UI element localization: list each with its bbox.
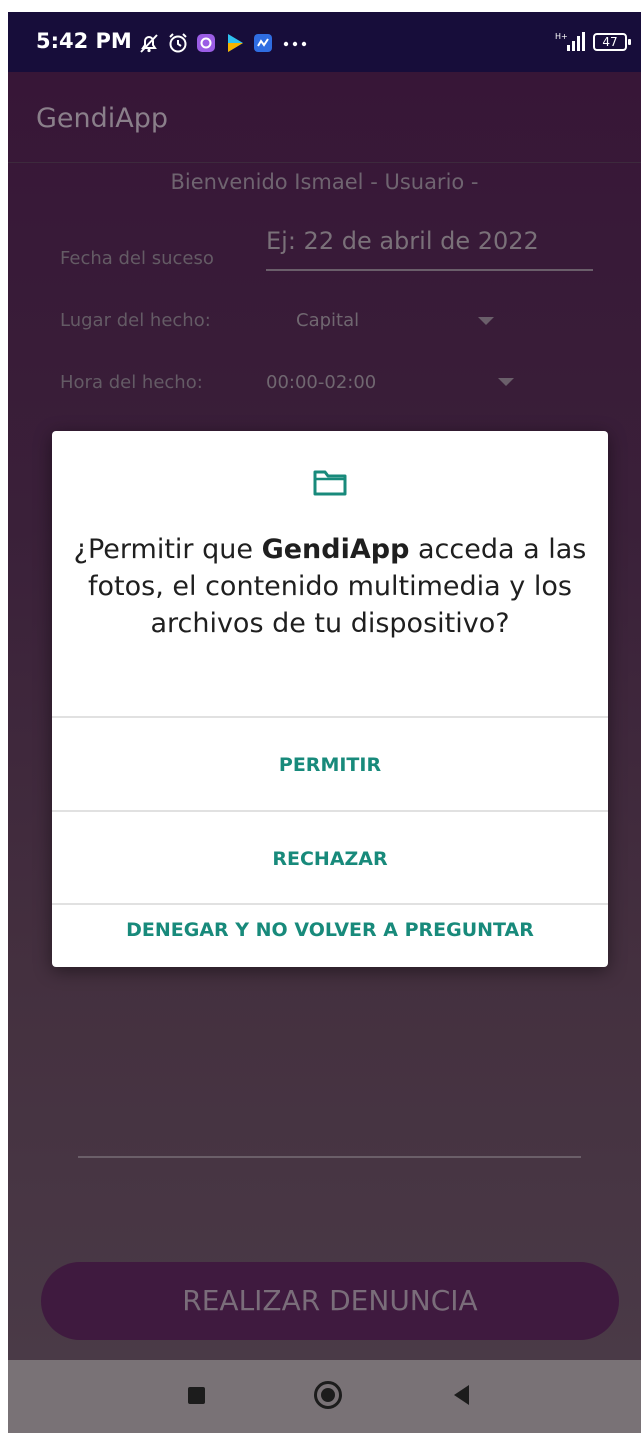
time-label: Hora del hecho: [60, 372, 203, 393]
deny-button[interactable]: RECHAZAR [52, 813, 608, 905]
permission-dialog: ¿Permitir que GendiApp acceda a las foto… [52, 431, 608, 967]
battery-icon: 47 [593, 33, 631, 51]
status-right-group: H+ 47 [555, 30, 631, 54]
message-prefix: ¿Permitir que [73, 534, 262, 565]
place-label: Lugar del hecho: [60, 310, 211, 331]
app-bar-divider [8, 162, 641, 163]
dialog-divider [52, 903, 608, 905]
welcome-text: Bienvenido Ismael - Usuario - [170, 170, 479, 194]
submit-report-button[interactable]: REALIZAR DENUNCIA [41, 1262, 619, 1340]
phone-screen: 5:42 PM H+ 47 GendiApp Bienvenido Ismael… [0, 0, 641, 1433]
status-bar: 5:42 PM H+ 47 [8, 12, 641, 72]
dialog-divider [52, 716, 608, 718]
time-select-value[interactable]: 00:00-02:00 [266, 372, 376, 393]
input-underline [78, 1156, 581, 1158]
message-app-name: GendiApp [261, 534, 410, 565]
home-circle-icon[interactable] [314, 1381, 342, 1409]
play-store-icon [228, 34, 243, 52]
folder-icon [313, 470, 347, 496]
place-dropdown-caret-icon[interactable] [478, 317, 494, 325]
place-select-value[interactable]: Capital [296, 310, 359, 331]
battery-level: 47 [602, 35, 618, 49]
app-notification-icon [197, 34, 215, 52]
permission-message: ¿Permitir que GendiApp acceda a las foto… [72, 531, 588, 642]
allow-button[interactable]: PERMITIR [52, 719, 608, 811]
date-input[interactable]: Ej: 22 de abril de 2022 [266, 227, 593, 271]
navigation-bar [8, 1360, 641, 1433]
message-icon [254, 34, 272, 52]
recents-square-icon[interactable] [188, 1387, 205, 1404]
app-title: GendiApp [36, 103, 169, 134]
signal-icon: H+ [555, 32, 585, 51]
battery-tip [628, 39, 631, 45]
deny-dont-ask-again-button[interactable]: DENEGAR Y NO VOLVER A PREGUNTAR [52, 906, 608, 966]
dialog-divider [52, 810, 608, 812]
time-dropdown-caret-icon[interactable] [498, 378, 514, 386]
alarm-icon [169, 33, 187, 53]
more-notifications-icon [283, 41, 307, 47]
back-triangle-icon[interactable] [454, 1385, 469, 1405]
status-time: 5:42 PM [36, 29, 132, 53]
svg-text:H+: H+ [555, 32, 568, 41]
date-label: Fecha del suceso [60, 248, 214, 269]
notifications-off-icon [140, 34, 158, 53]
